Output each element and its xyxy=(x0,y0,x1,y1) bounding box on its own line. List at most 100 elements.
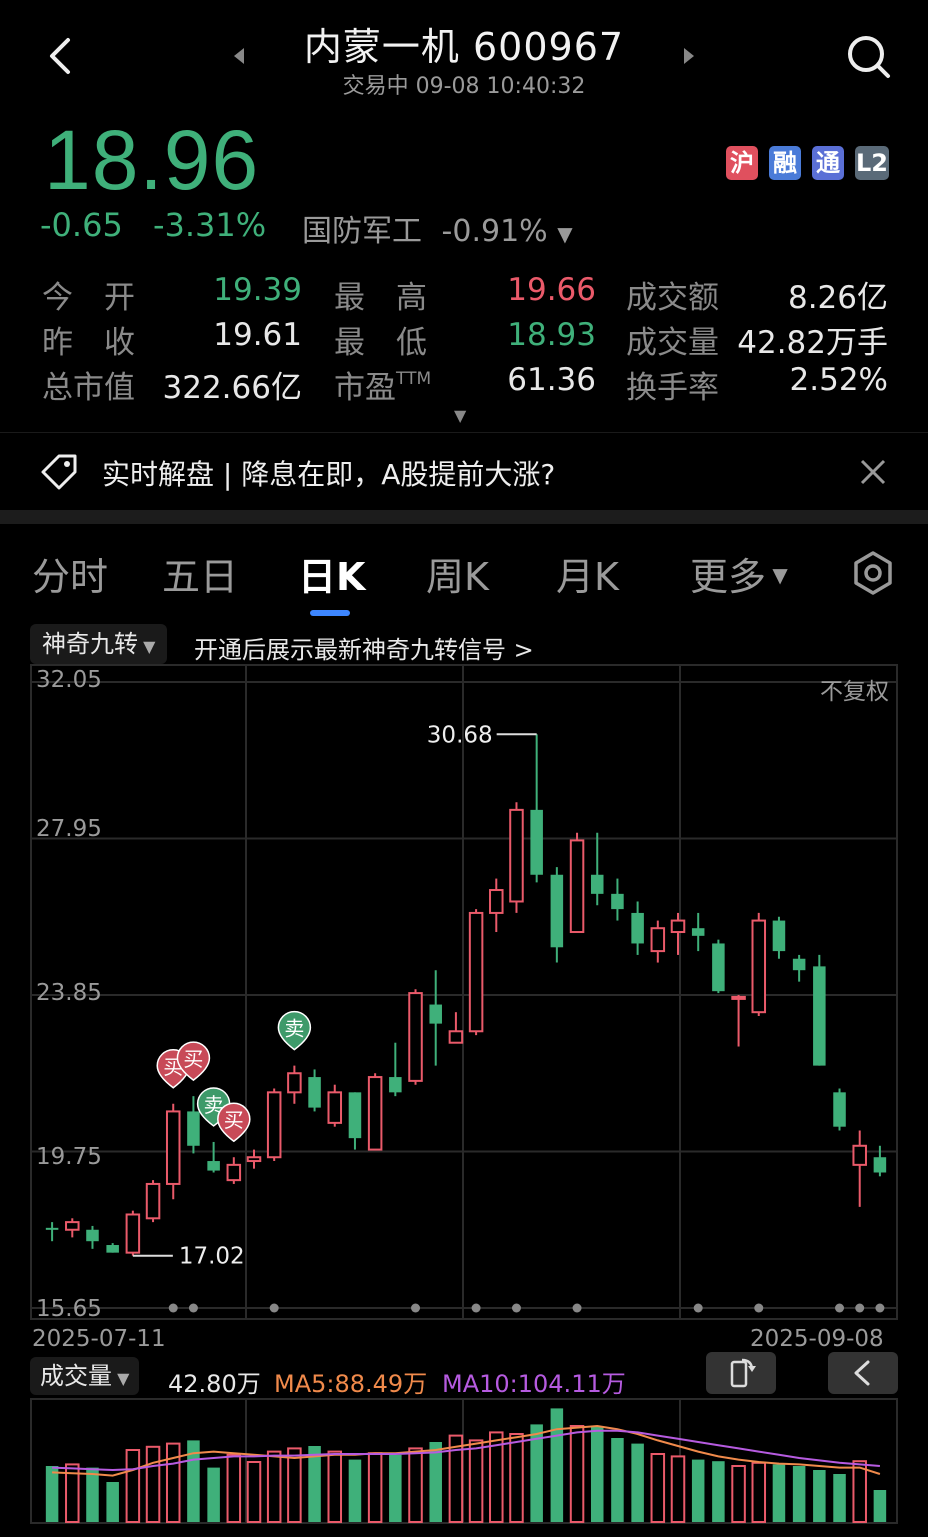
candle-body-up xyxy=(731,995,746,1000)
volume-bar-down xyxy=(691,1459,705,1522)
tab-five-day[interactable]: 五日 xyxy=(162,546,238,601)
tab-more[interactable]: 更多 ▼ xyxy=(690,546,788,601)
x-start-date: 2025-07-11 xyxy=(32,1326,166,1352)
dropdown-triangle-icon: ▼ xyxy=(138,637,156,656)
high-value: 19.66 xyxy=(507,272,596,308)
signal-label: 买 xyxy=(224,1108,244,1132)
candle-body-down xyxy=(429,1004,442,1024)
volume-bar-down xyxy=(631,1443,644,1522)
close-icon[interactable] xyxy=(858,457,888,487)
amount-value: 8.26亿 xyxy=(787,280,888,316)
news-banner[interactable]: 实时解盘 | 降息在即，A股提前大涨? xyxy=(0,432,928,511)
volume-bar-up xyxy=(751,1461,767,1524)
volume-bar-up xyxy=(226,1453,242,1523)
event-dot-marker xyxy=(875,1303,885,1313)
stock-title: 内蒙一机 600967 xyxy=(303,25,625,69)
candle-body-down xyxy=(813,966,826,1066)
sector-link[interactable]: 国防军工 -0.91% ▼ xyxy=(302,206,573,250)
amount-label: 成交额 xyxy=(626,280,719,316)
candle-body-down xyxy=(187,1111,200,1146)
candle-body-down xyxy=(590,874,604,894)
candlestick-chart[interactable]: 30.6817.02买 买卖买卖 xyxy=(30,664,898,1320)
candle-body-up xyxy=(569,839,585,934)
volume-bar-up xyxy=(731,1465,746,1523)
open-value: 19.39 xyxy=(213,272,302,308)
event-dot-marker xyxy=(835,1303,845,1313)
candle-body-up xyxy=(489,889,504,914)
volume-current: 42.80万 xyxy=(168,1370,261,1398)
indicator-selector[interactable]: 神奇九转 ▼ xyxy=(30,624,168,664)
volume-bar-down xyxy=(207,1467,220,1522)
candle-body-down xyxy=(611,893,624,910)
rotate-screen-icon xyxy=(730,1358,756,1388)
tab-daily-k[interactable]: 日K xyxy=(298,546,365,601)
volume-label: 成交量 xyxy=(626,325,719,361)
indicator-hint-link[interactable]: 开通后展示最新神奇九转信号 > xyxy=(194,630,534,665)
volume-bar-up xyxy=(165,1442,181,1523)
tab-monthly-k[interactable]: 月K xyxy=(556,546,619,601)
pe-label-ttm: TTM xyxy=(396,369,432,389)
volume-indicator-name: 成交量 xyxy=(40,1362,112,1390)
candle-body-up xyxy=(65,1221,80,1231)
pe-label-text: 市盈 xyxy=(334,370,396,406)
section-divider xyxy=(0,510,928,524)
candle-body-up xyxy=(226,1163,242,1182)
signal-label: 卖 xyxy=(284,1017,304,1041)
candle-body-up xyxy=(266,1091,282,1159)
badge-connect: 通 xyxy=(812,146,844,180)
tab-weekly-k[interactable]: 周K xyxy=(426,546,489,601)
candle-body-up xyxy=(125,1213,141,1254)
candle-body-down xyxy=(389,1077,402,1093)
next-stock-icon[interactable] xyxy=(680,46,696,66)
volume-bar-down xyxy=(590,1426,604,1522)
volume-bar-up xyxy=(852,1460,867,1523)
volume-bar-down xyxy=(86,1467,99,1522)
volume-bar-down xyxy=(833,1474,846,1522)
candle-body-down xyxy=(207,1161,220,1171)
candle-body-up xyxy=(408,992,423,1082)
signal-label: 买 xyxy=(183,1047,203,1071)
volume-bar-up xyxy=(125,1449,141,1523)
volume-bar-up xyxy=(327,1450,343,1523)
search-icon[interactable] xyxy=(844,32,892,80)
collapse-panel-button[interactable] xyxy=(828,1352,898,1394)
tab-intraday[interactable]: 分时 xyxy=(32,546,108,601)
rotate-screen-button[interactable] xyxy=(706,1352,776,1394)
candle-body-up xyxy=(246,1156,262,1163)
market-cap-value: 322.66亿 xyxy=(162,370,302,406)
settings-icon[interactable] xyxy=(850,550,896,596)
event-dot-marker xyxy=(693,1303,703,1313)
event-dot-marker xyxy=(188,1303,198,1313)
tag-icon xyxy=(40,453,78,491)
dropdown-triangle-icon: ▼ xyxy=(557,222,573,246)
volume-bar-down xyxy=(873,1490,887,1522)
volume-bar-down xyxy=(45,1466,59,1522)
event-dot-marker xyxy=(471,1303,481,1313)
volume-value: 42.82万手 xyxy=(737,325,888,361)
event-dot-marker xyxy=(269,1303,279,1313)
volume-bar-up xyxy=(246,1461,262,1523)
open-label: 今 开 xyxy=(42,280,135,316)
candle-body-down xyxy=(873,1157,887,1173)
min-price-label: 17.02 xyxy=(179,1244,245,1270)
adjust-mode-label[interactable]: 不复权 xyxy=(820,672,889,706)
event-dot-marker xyxy=(572,1303,582,1313)
low-label: 最 低 xyxy=(334,325,427,361)
y-tick-label: 15.65 xyxy=(36,1296,102,1322)
candle-body-up xyxy=(751,919,767,1014)
candle-body-down xyxy=(308,1077,321,1108)
volume-bar-down xyxy=(106,1482,119,1522)
event-dot-marker xyxy=(754,1303,764,1313)
volume-indicator-selector[interactable]: 成交量 ▼ xyxy=(30,1357,140,1395)
volume-bar-down xyxy=(389,1454,402,1522)
volume-ma5: MA5:88.49万 xyxy=(274,1370,428,1398)
candle-body-up xyxy=(670,919,686,934)
candle-body-up xyxy=(448,1030,464,1044)
candle-body-up xyxy=(468,911,484,1033)
volume-chart[interactable] xyxy=(30,1398,898,1524)
volume-bar-up xyxy=(287,1447,302,1523)
market-cap-label: 总市值 xyxy=(42,370,135,406)
y-tick-label: 32.05 xyxy=(36,667,102,693)
pe-label: 市盈TTM xyxy=(334,362,431,407)
expand-quote-icon[interactable]: ▼ xyxy=(454,406,466,425)
